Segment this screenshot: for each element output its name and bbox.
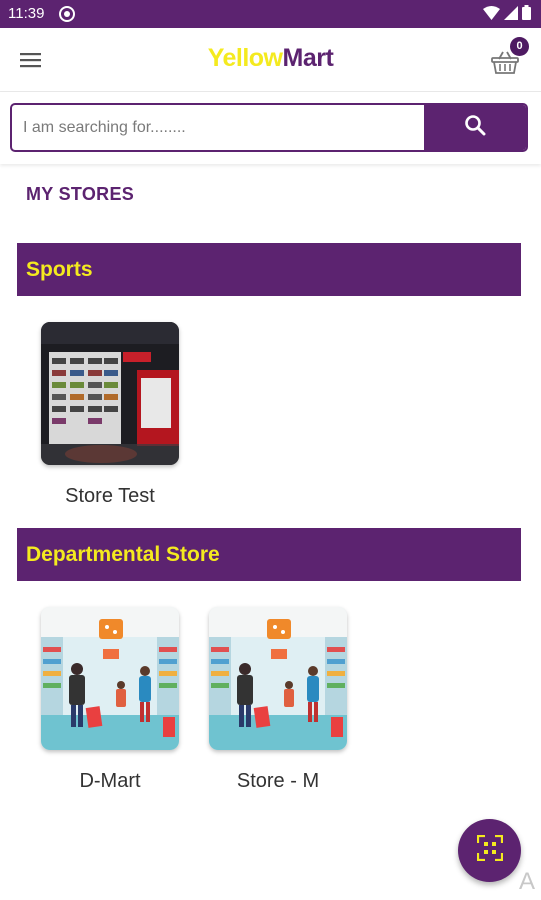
- cart-button[interactable]: 0: [491, 37, 529, 76]
- store-thumbnail: [41, 322, 179, 465]
- search-icon: [464, 114, 486, 141]
- app-bar: YellowMart 0: [0, 28, 541, 92]
- scan-fab-button[interactable]: [458, 819, 521, 882]
- section-title: MY STORES: [26, 184, 135, 204]
- battery-icon: [522, 5, 531, 25]
- search-area: [0, 92, 541, 164]
- store-card-store-test[interactable]: Store Test: [41, 322, 179, 508]
- store-name: D-Mart: [79, 770, 141, 792]
- search-button[interactable]: [424, 105, 526, 150]
- wifi-icon: [483, 5, 500, 25]
- category-header-departmental-store: Departmental Store: [17, 528, 521, 581]
- brand-logo: YellowMart: [0, 44, 541, 73]
- store-thumbnail: [41, 607, 179, 750]
- brand-part-yellow: Yellow: [207, 44, 283, 72]
- status-time: 11:39: [8, 5, 45, 22]
- brand-part-mart: Mart: [282, 44, 334, 72]
- status-bar: 11:39: [0, 0, 541, 28]
- store-name: Store Test: [65, 485, 155, 507]
- qr-scan-icon: [476, 834, 503, 866]
- status-indicators: [483, 5, 531, 25]
- category-header-sports: Sports: [17, 243, 521, 296]
- store-thumbnail: [209, 607, 347, 750]
- search-box: [10, 103, 528, 152]
- cart-count-badge: 0: [510, 37, 529, 56]
- search-input[interactable]: [12, 105, 424, 150]
- store-card-store-m[interactable]: Store - M: [209, 607, 347, 793]
- sync-icon: [58, 5, 76, 28]
- store-name: Store - M: [236, 770, 320, 792]
- corner-watermark-text: A: [519, 868, 536, 895]
- signal-icon: [504, 5, 518, 25]
- store-card-d-mart[interactable]: D-Mart: [41, 607, 179, 793]
